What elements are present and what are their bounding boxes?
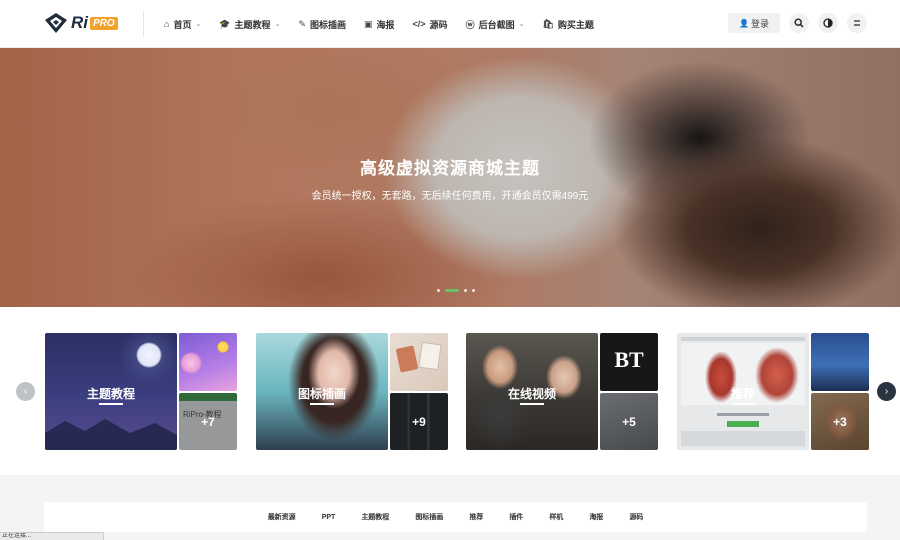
nav-item-4[interactable]: </> 源码 — [413, 18, 448, 31]
tab-0[interactable]: 最新资源 — [268, 512, 296, 522]
wordpress-icon: ⓦ — [465, 19, 475, 30]
tab-3[interactable]: 图标插画 — [415, 512, 443, 522]
category-card-videos[interactable]: 在线视频 BT +5 — [466, 333, 658, 450]
card-label: 推荐 — [730, 387, 755, 401]
card-thumb-top: BT — [600, 333, 658, 391]
image-icon: ▣ — [364, 18, 373, 29]
slider-dot[interactable] — [472, 289, 475, 292]
chevron-left-icon: ‹ — [23, 386, 28, 397]
code-icon: </> — [412, 19, 426, 29]
nav-item-label: 后台截图 — [478, 19, 515, 30]
nav-item-label: 首页 — [173, 19, 192, 30]
header-divider — [143, 11, 144, 37]
site-header: Ri PRO ⌂ 首页 ⌄ 🎓 主题教程 ⌄ ✎ 图标插画 ▣ 海报 </> 源码 ⓦ 后台截图 ⌄ 🛍 购买主… — [0, 0, 900, 48]
search-button[interactable] — [789, 13, 809, 33]
resource-tabs: 最新资源 PPT 主题教程 图标插画 推荐 插件 样机 海报 源码 — [44, 502, 867, 532]
category-card-illustrations[interactable]: 图标插画 +9 — [256, 333, 448, 450]
card-main-image: 图标插画 — [256, 333, 388, 450]
card-more-count: +3 — [811, 393, 869, 450]
main-nav: ⌂ 首页 ⌄ 🎓 主题教程 ⌄ ✎ 图标插画 ▣ 海报 </> 源码 ⓦ 后台截图 ⌄ 🛍 购买主题 — [164, 0, 612, 48]
shopping-bag-icon: 🛍 — [542, 18, 554, 29]
search-icon — [794, 18, 804, 28]
card-underline — [310, 403, 334, 405]
card-label: 图标插画 — [297, 387, 346, 401]
card-more-count: +5 — [600, 393, 658, 450]
card-underline — [520, 403, 544, 405]
card-thumb-bottom: +5 — [600, 393, 658, 450]
card-label: 主题教程 — [86, 387, 135, 401]
card-thumb-bottom: RiPro-教程 +7 — [179, 393, 237, 450]
tab-5[interactable]: 插件 — [509, 512, 523, 522]
hero-slider[interactable]: 高级虚拟资源商城主题 会员统一授权，无套路，无后续任何费用，开通会员仅需499元 — [0, 48, 900, 307]
nav-item-0[interactable]: ⌂ 首页 ⌄ — [164, 18, 201, 31]
card-thumb-top — [811, 333, 869, 391]
card-main-image: 推荐 — [677, 333, 809, 450]
nav-item-label: 源码 — [429, 19, 448, 30]
menu-icon — [854, 20, 860, 26]
tab-7[interactable]: 海报 — [589, 512, 603, 522]
slider-dot[interactable] — [445, 289, 459, 292]
logo-badge: PRO — [90, 16, 118, 30]
card-main-image: 主题教程 — [45, 333, 177, 450]
hero-title: 高级虚拟资源商城主题 — [360, 159, 540, 178]
login-button[interactable]: 👤 登录 — [728, 13, 780, 33]
user-icon: 👤 — [739, 18, 749, 28]
category-card-tutorials[interactable]: 主题教程 RiPro-教程 +7 — [45, 333, 237, 450]
slider-dot[interactable] — [464, 289, 467, 292]
chevron-down-icon: ⌄ — [518, 21, 525, 28]
graduation-cap-icon: 🎓 — [219, 18, 231, 29]
nav-item-label: 海报 — [376, 19, 395, 30]
nav-item-3[interactable]: ▣ 海报 — [364, 18, 395, 31]
logo-text: Ri — [71, 13, 88, 32]
brush-icon: ✎ — [298, 18, 306, 29]
tab-2[interactable]: 主题教程 — [361, 512, 389, 522]
card-thumb-top — [390, 333, 448, 391]
dark-mode-toggle[interactable] — [818, 13, 838, 33]
bt-logo-text: BT — [614, 347, 644, 372]
nav-item-label: 图标插画 — [309, 19, 346, 30]
menu-button[interactable] — [847, 13, 867, 33]
tab-4[interactable]: 推荐 — [469, 512, 483, 522]
chevron-down-icon: ⌄ — [274, 21, 281, 28]
nav-item-1[interactable]: 🎓 主题教程 ⌄ — [219, 18, 280, 31]
card-more-count: +9 — [390, 393, 448, 450]
category-card-recommended[interactable]: 推荐 +3 — [677, 333, 869, 450]
card-thumb-bottom: +3 — [811, 393, 869, 450]
nav-item-label: 购买主题 — [557, 19, 594, 30]
tab-8[interactable]: 源码 — [629, 512, 643, 522]
nav-item-5[interactable]: ⓦ 后台截图 ⌄ — [466, 18, 525, 31]
card-main-image: 在线视频 — [466, 333, 598, 450]
login-label: 登录 — [750, 18, 769, 29]
chevron-right-icon: › — [884, 386, 889, 397]
nav-item-label: 主题教程 — [234, 19, 271, 30]
card-underline — [99, 403, 123, 405]
browser-status-bar: 正在连接... — [0, 532, 104, 540]
logo-gem-icon — [45, 13, 67, 33]
mountains-illustration — [45, 419, 177, 450]
slider-dots — [437, 289, 475, 292]
page: Ri PRO ⌂ 首页 ⌄ 🎓 主题教程 ⌄ ✎ 图标插画 ▣ 海报 </> 源码 ⓦ 后台截图 ⌄ 🛍 购买主… — [0, 0, 900, 540]
tab-6[interactable]: 样机 — [549, 512, 563, 522]
nav-item-6[interactable]: 🛍 购买主题 — [542, 18, 593, 31]
carousel-next-button[interactable]: › — [877, 382, 896, 401]
contrast-icon — [823, 18, 833, 28]
tab-1[interactable]: PPT — [322, 514, 336, 521]
card-thumb-top — [179, 333, 237, 391]
hero-subtitle: 会员统一授权，无套路，无后续任何费用，开通会员仅需499元 — [311, 191, 589, 202]
card-thumb-bottom: +9 — [390, 393, 448, 450]
nav-item-2[interactable]: ✎ 图标插画 — [298, 18, 346, 31]
chevron-down-icon: ⌄ — [195, 21, 202, 28]
slider-dot[interactable] — [437, 289, 440, 292]
card-label: 在线视频 — [507, 387, 556, 401]
card-more-count: +7 — [179, 393, 237, 450]
site-logo[interactable]: Ri PRO — [44, 12, 120, 34]
card-underline — [731, 403, 755, 405]
carousel-prev-button[interactable]: ‹ — [16, 382, 35, 401]
home-icon: ⌂ — [164, 19, 170, 29]
